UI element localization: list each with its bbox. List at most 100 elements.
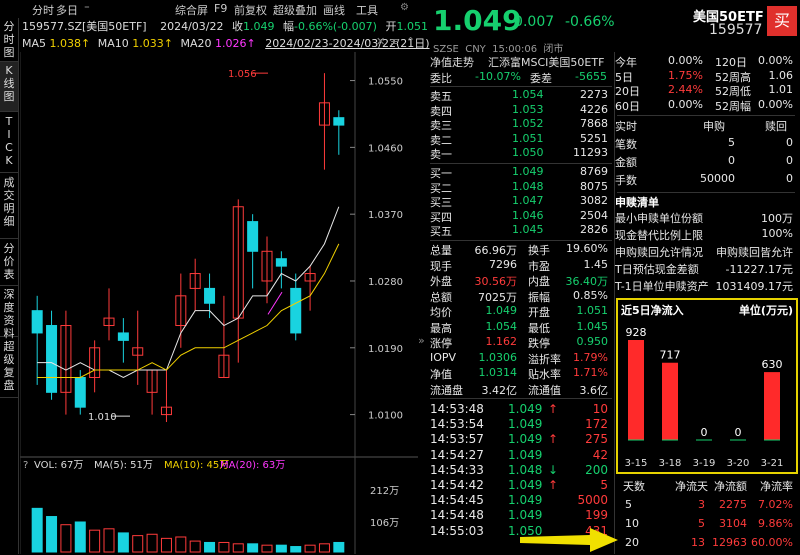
perf-row: 今年0.00%120日0.00%	[615, 54, 797, 69]
nav-trend-link[interactable]: 净值走势	[430, 56, 474, 69]
settings-icon[interactable]: ⁼	[84, 2, 90, 15]
stat-label: 最低	[528, 320, 550, 336]
stat-label: 跌停	[528, 335, 550, 351]
volume-bar	[32, 508, 42, 552]
perf-label: 52周高	[715, 69, 751, 85]
volume-bar	[276, 545, 286, 552]
side-tab[interactable]: 超级复盘	[0, 338, 18, 398]
candle-body	[75, 377, 85, 407]
bid-row-volume: 8075	[580, 180, 608, 193]
trade-row: 14:54:271.04942	[430, 448, 612, 463]
bid-row: 买五1.0452826	[430, 223, 612, 238]
ask-row-volume: 2273	[580, 88, 608, 101]
price-tick-label: 1.0100	[368, 411, 403, 422]
trade-row: 14:53:541.049172	[430, 417, 612, 432]
trade-price: 1.049	[508, 417, 542, 431]
creation-value: 100%	[762, 227, 793, 240]
bid-table: 买一1.0498769买二1.0488075买三1.0473082买四1.046…	[430, 165, 612, 238]
volume-bar	[334, 542, 344, 552]
perf-row: 20日2.44%52周低1.01	[615, 83, 797, 98]
bid-row-volume: 2504	[580, 209, 608, 222]
side-tab[interactable]: 分时图	[0, 18, 18, 62]
volume-tick-label: 212万	[370, 486, 399, 497]
amp-label: 幅	[283, 20, 294, 33]
prev-adjust-button[interactable]: 前复权	[234, 2, 267, 18]
side-tab[interactable]: 成交明细	[0, 174, 18, 239]
candle-body	[334, 118, 344, 125]
volume-bar	[248, 544, 258, 552]
flow-net-amount: 2275	[719, 498, 747, 511]
f9-button[interactable]: F9	[214, 2, 227, 15]
volume-tick-label: 106万	[370, 518, 399, 529]
bid-row-price: 1.045	[512, 223, 544, 236]
chart-toolbar: 分时 多日 ⁼ 综合屏 F9 前复权 超级叠加 画线 工具 ⚙	[20, 0, 420, 18]
open-label: 开	[385, 20, 396, 33]
trade-time: 14:53:54	[430, 417, 484, 431]
flow-row: 10531049.86%	[615, 517, 797, 536]
ma10-label: MA10	[98, 37, 129, 50]
comprehensive-button[interactable]: 综合屏	[175, 2, 208, 18]
bid-row-label: 买四	[430, 209, 452, 225]
tools-button[interactable]: 工具	[356, 2, 378, 18]
close-icon[interactable]: ✕	[376, 35, 385, 48]
draw-line-button[interactable]: 画线	[323, 2, 345, 18]
stat-value: 1.054	[486, 320, 518, 333]
stat-row: 涨停1.162跌停0.950	[430, 335, 612, 351]
trade-price: 1.048	[508, 463, 542, 477]
perf-row: 60日0.00%52周幅0.00%	[615, 98, 797, 113]
bid-row-price: 1.049	[512, 165, 544, 178]
stat-row: 流通盘3.42亿流通值3.6亿	[430, 382, 612, 398]
flow-table: 天数净流天净流额净流率5322757.02%10531049.86%201312…	[615, 478, 797, 555]
netflow-value: 0	[701, 426, 708, 439]
trade-time: 14:54:27	[430, 448, 484, 462]
security-name: 159577.SZ[美国50ETF]	[22, 20, 147, 33]
perf-label: 52周低	[715, 83, 751, 99]
ma10-value: 1.033↑	[132, 37, 173, 50]
creation-label: T日预估现金差额	[615, 261, 699, 277]
perf-value: 1.06	[769, 69, 794, 82]
side-tab[interactable]: 深度资料	[0, 286, 18, 337]
stat-label: 贴水率	[528, 366, 561, 382]
ask-row: 卖三1.0527868	[430, 117, 612, 132]
tab-multiday[interactable]: 多日	[56, 2, 78, 18]
creation-header: 申赎清单	[615, 194, 797, 210]
buy-button[interactable]: 买	[767, 6, 797, 36]
chevron-up-icon[interactable]: ⌃	[406, 35, 415, 48]
open-value: 1.051	[396, 20, 428, 33]
weicha-label: 委差	[530, 70, 552, 86]
overlay-button[interactable]: 超级叠加	[273, 2, 317, 18]
candle-body	[276, 259, 286, 266]
trade-time: 14:54:33	[430, 463, 484, 477]
weicha-value: -5655	[575, 70, 607, 83]
realtime-title: 实时	[615, 118, 637, 134]
side-tab[interactable]: TICK	[0, 113, 18, 173]
tab-intraday[interactable]: 分时	[32, 2, 54, 18]
realtime-label: 笔数	[615, 136, 637, 152]
bid-row: 买一1.0498769	[430, 165, 612, 180]
divider	[617, 192, 795, 193]
candle-body	[47, 326, 57, 393]
trade-time: 14:54:45	[430, 493, 484, 507]
side-tabs: 分时图K线图TICK成交明细分价表深度资料超级复盘	[0, 18, 19, 554]
collapse-icon[interactable]: »	[418, 334, 425, 347]
flow-net-days: 5	[698, 517, 705, 530]
side-tab[interactable]: K线图	[0, 62, 18, 112]
ask-row: 卖四1.0534226	[430, 103, 612, 118]
bid-row-label: 买一	[430, 165, 452, 181]
creation-row: 现金替代比例上限100%	[615, 227, 797, 244]
realtime-sub: 5	[728, 136, 735, 149]
ask-row-price: 1.054	[512, 88, 544, 101]
menu-icon[interactable]: ≡	[390, 35, 399, 48]
trades-table: 14:53:481.049↑1014:53:541.04917214:53:57…	[430, 402, 612, 539]
side-tab[interactable]: 分价表	[0, 240, 18, 286]
realtime-redeem-label: 赎回	[765, 118, 787, 134]
ask-row-price: 1.050	[512, 146, 544, 159]
stat-value: 30.56万	[475, 273, 518, 289]
date-range[interactable]: 2024/02/23-2024/03/22(21日)	[265, 37, 429, 50]
netflow-bar	[662, 363, 678, 440]
settings-icon[interactable]: ⚙	[400, 2, 409, 13]
perf-table: 今年0.00%120日0.00%5日1.75%52周高1.0620日2.44%5…	[615, 54, 797, 112]
stat-value: 1.0314	[479, 366, 518, 379]
netflow-date: 3-15	[625, 458, 648, 469]
volume-legend: MA(20): 63万	[220, 460, 285, 471]
